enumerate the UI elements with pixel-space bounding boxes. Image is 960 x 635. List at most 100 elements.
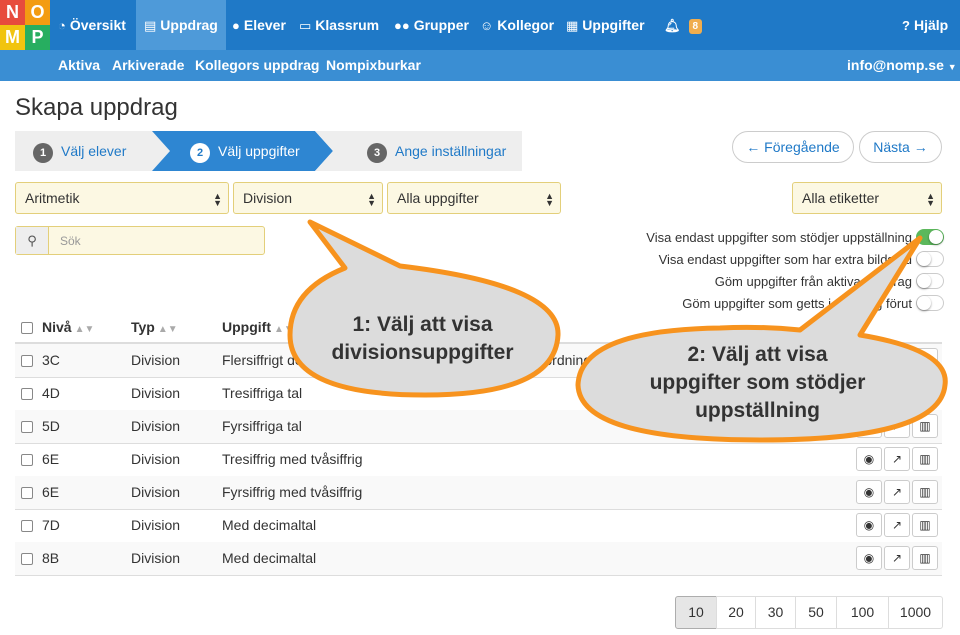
view-button[interactable]: ◉: [856, 513, 882, 537]
external-link-icon: ↗: [891, 485, 903, 499]
view-button[interactable]: ◉: [856, 480, 882, 504]
open-external-button[interactable]: ↗: [884, 480, 910, 504]
user-icon: ●: [232, 18, 240, 33]
stats-button[interactable]: ▥: [912, 546, 938, 570]
callout-text-1: 1: Välj att visa divisionsuppgifter: [300, 311, 545, 367]
open-external-button[interactable]: ↗: [884, 513, 910, 537]
open-external-button[interactable]: ↗: [884, 546, 910, 570]
toggle-row-forut: Göm uppgifter som getts i uppdrag förut: [682, 294, 944, 314]
logo-letter: P: [25, 25, 50, 50]
row-checkbox[interactable]: [21, 553, 33, 565]
external-link-icon: ↗: [891, 452, 903, 466]
stats-button[interactable]: ▥: [912, 348, 938, 372]
row-checkbox[interactable]: [21, 355, 33, 367]
eye-icon: ◉: [863, 452, 875, 466]
page-size-50[interactable]: 50: [795, 596, 837, 629]
nav-label: Klassrum: [315, 17, 380, 33]
nav-item-uppgifter[interactable]: ▦ Uppgifter: [566, 0, 645, 50]
step-valj-uppgifter[interactable]: 2 Välj uppgifter: [190, 131, 300, 171]
callout-text-2: 2: Välj att visa uppgifter som stödjer u…: [605, 341, 910, 425]
toggle-switch[interactable]: [916, 295, 944, 311]
nomp-logo[interactable]: N O M P: [0, 0, 50, 50]
step-valj-elever[interactable]: 1 Välj elever: [33, 131, 126, 171]
cell-task: Fyrsiffrig med tvåsiffrig: [222, 484, 363, 500]
select-value: Division: [243, 190, 293, 206]
users-icon: ●●: [394, 18, 410, 33]
view-button[interactable]: ◉: [856, 447, 882, 471]
help-link[interactable]: ? Hjälp: [902, 0, 948, 50]
search-input[interactable]: [50, 227, 264, 254]
row-checkbox[interactable]: [21, 454, 33, 466]
toggle-switch[interactable]: [916, 229, 944, 245]
table-row[interactable]: 8B Division Med decimaltal ◉ ↗ ▥: [15, 542, 942, 575]
nav-item-kollegor[interactable]: ☺ Kollegor: [480, 0, 554, 50]
page-size-1000[interactable]: 1000: [888, 596, 943, 629]
account-menu[interactable]: info@nomp.se ▼: [847, 50, 957, 83]
stats-button[interactable]: ▥: [912, 447, 938, 471]
toggle-switch[interactable]: [916, 251, 944, 267]
nav-item-grupper[interactable]: ●● Grupper: [394, 0, 469, 50]
row-checkbox[interactable]: [21, 421, 33, 433]
question-icon: ?: [902, 18, 910, 33]
nav-item-elever[interactable]: ● Elever: [232, 0, 286, 50]
help-label: Hjälp: [913, 17, 949, 33]
toggle-label: Visa endast uppgifter som stödjer uppstä…: [646, 230, 912, 245]
previous-button[interactable]: ← Föregående: [732, 131, 854, 163]
table-row[interactable]: 7D Division Med decimaltal ◉ ↗ ▥: [15, 509, 942, 542]
callout-line: uppställning: [695, 399, 820, 422]
dashboard-icon: ◔: [58, 18, 66, 33]
view-button[interactable]: ◉: [856, 546, 882, 570]
tasks-select[interactable]: Alla uppgifter ▲ ▼: [387, 182, 561, 214]
page-size-10[interactable]: 10: [675, 596, 717, 629]
toggle-switch[interactable]: [916, 273, 944, 289]
step-number: 3: [367, 143, 387, 163]
next-button[interactable]: Nästa →: [859, 131, 942, 163]
nav-item-klassrum[interactable]: ▭ Klassrum: [299, 0, 379, 50]
table-row[interactable]: 6E Division Fyrsiffrig med tvåsiffrig ◉ …: [15, 476, 942, 509]
open-external-button[interactable]: ↗: [884, 447, 910, 471]
stats-button[interactable]: ▥: [912, 480, 938, 504]
bar-chart-icon: ▥: [919, 419, 931, 433]
notifications-button[interactable]: 🔔︎ 8: [664, 0, 703, 50]
subnav-aktiva[interactable]: Aktiva: [58, 50, 100, 81]
page-size-100[interactable]: 100: [836, 596, 889, 629]
callout-line: divisionsuppgifter: [331, 341, 514, 364]
toggle-label: Göm uppgifter som getts i uppdrag förut: [682, 296, 912, 311]
row-checkbox[interactable]: [21, 520, 33, 532]
smiley-icon: ☺: [480, 18, 494, 33]
subnav-kollegors-uppdrag[interactable]: Kollegors uppdrag: [195, 50, 319, 81]
topic-select[interactable]: Division ▲ ▼: [233, 182, 383, 214]
stats-button[interactable]: ▥: [912, 513, 938, 537]
select-all-checkbox[interactable]: [21, 322, 33, 334]
header-niva[interactable]: Nivå ▲▼: [42, 319, 94, 335]
search-icon: ⚲: [16, 227, 49, 254]
cell-type: Division: [131, 418, 181, 434]
tags-select[interactable]: Alla etiketter ▲ ▼: [792, 182, 942, 214]
page-size-20[interactable]: 20: [716, 596, 756, 629]
page-title: Skapa uppdrag: [15, 94, 178, 121]
header-typ[interactable]: Typ ▲▼: [131, 319, 178, 335]
area-select[interactable]: Aritmetik ▲ ▼: [15, 182, 229, 214]
toggle-label: Göm uppgifter från aktiva uppdrag: [714, 274, 912, 289]
subnav-nompixburkar[interactable]: Nompixburkar: [326, 50, 421, 81]
step-ange-installningar[interactable]: 3 Ange inställningar: [367, 131, 506, 171]
select-value: Alla uppgifter: [397, 190, 479, 206]
nav-item-uppdrag[interactable]: ▤ Uppdrag: [136, 0, 226, 50]
nav-item-oversikt[interactable]: ◔ Översikt: [58, 0, 126, 50]
nav-label: Elever: [243, 17, 286, 33]
select-value: Aritmetik: [25, 190, 80, 206]
callout-line: 2: Välj att visa: [687, 343, 828, 366]
table-row[interactable]: 6E Division Tresiffrig med tvåsiffrig ◉ …: [15, 443, 942, 476]
bar-chart-icon: ▥: [919, 551, 931, 565]
select-value: Alla etiketter: [802, 190, 880, 206]
stats-button[interactable]: ▥: [912, 414, 938, 438]
subnav-arkiverade[interactable]: Arkiverade: [112, 50, 184, 81]
row-checkbox[interactable]: [21, 487, 33, 499]
bar-chart-icon: ▥: [919, 353, 931, 367]
page-size-30[interactable]: 30: [755, 596, 796, 629]
stats-button[interactable]: ▥: [912, 381, 938, 405]
external-link-icon: ↗: [891, 551, 903, 565]
header-uppgift[interactable]: Uppgift ▲▼: [222, 319, 294, 335]
row-checkbox[interactable]: [21, 388, 33, 400]
callout-line: uppgifter som stödjer: [649, 371, 866, 394]
